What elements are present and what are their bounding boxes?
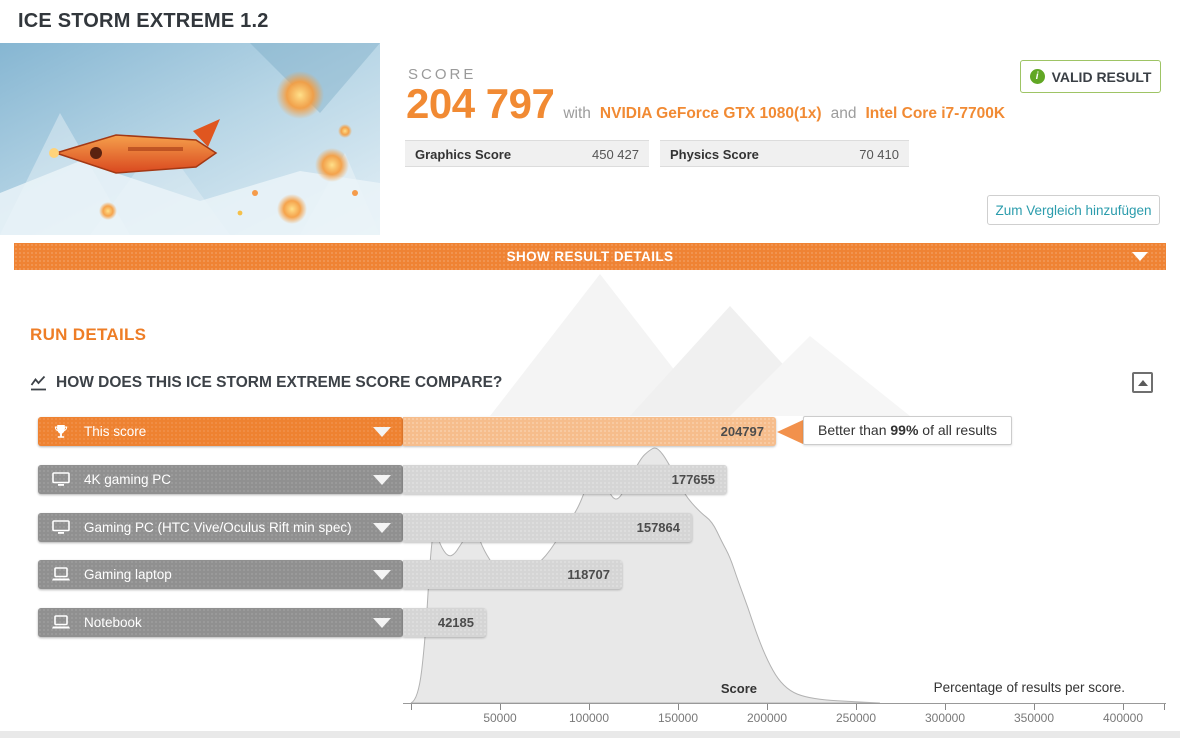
chevron-down-icon — [373, 569, 391, 580]
collapse-section-button[interactable] — [1132, 372, 1153, 393]
compare-section-header: HOW DOES THIS ICE STORM EXTREME SCORE CO… — [30, 374, 502, 392]
chevron-down-icon — [373, 426, 391, 437]
compare-bar-selector-0[interactable]: This score — [38, 417, 403, 446]
percentage-note: Percentage of results per score. — [933, 680, 1125, 695]
compare-bar-label: Gaming laptop — [84, 567, 172, 582]
axis-tick — [678, 704, 679, 710]
compare-bar-selector-2[interactable]: Gaming PC (HTC Vive/Oculus Rift min spec… — [38, 513, 403, 542]
valid-result-label: VALID RESULT — [1051, 68, 1152, 85]
axis-tick-label: 350000 — [1013, 711, 1055, 725]
info-icon: i — [1029, 69, 1045, 84]
desktop-icon — [52, 519, 72, 536]
compare-bar-label: Gaming PC (HTC Vive/Oculus Rift min spec… — [84, 520, 352, 535]
score-with-text: with — [563, 105, 591, 122]
axis-tick — [945, 704, 946, 710]
compare-bar-2: 157864 — [403, 513, 692, 542]
graphics-score-box: Graphics Score 450 427 — [405, 140, 649, 167]
chevron-down-icon — [373, 474, 391, 485]
axis-tick-label: 50000 — [483, 711, 517, 725]
trophy-icon — [52, 424, 72, 440]
compare-bar-label: 4K gaming PC — [84, 472, 172, 487]
axis-tick-label: 200000 — [746, 711, 788, 725]
valid-result-button[interactable]: i VALID RESULT — [1020, 60, 1161, 93]
chevron-down-icon — [373, 617, 391, 628]
compare-bar-0: 204797 — [403, 417, 776, 446]
compare-bar-3: 118707 — [403, 560, 622, 589]
laptop-icon — [52, 566, 72, 583]
compare-bar-value: 204797 — [720, 424, 764, 439]
run-details-heading: RUN DETAILS — [30, 325, 147, 344]
page-bottom-strip — [0, 731, 1180, 738]
desktop-icon — [52, 471, 72, 488]
compare-bar-value: 157864 — [636, 520, 680, 535]
compare-bar-selector-1[interactable]: 4K gaming PC — [38, 465, 403, 494]
axis-tick-label: 400000 — [1102, 711, 1144, 725]
better-than-callout: Better than 99% of all results — [803, 416, 1013, 445]
compare-bar-label: This score — [84, 424, 147, 439]
axis-tick-label: 250000 — [835, 711, 877, 725]
axis-tick — [500, 704, 501, 710]
axis-tick — [589, 704, 590, 710]
compare-bar-value: 42185 — [437, 615, 474, 630]
axis-tick-label: 150000 — [657, 711, 699, 725]
axis-tick — [1164, 704, 1165, 710]
axis-tick — [411, 704, 412, 710]
laptop-icon — [52, 614, 72, 631]
physics-score-box: Physics Score 70 410 — [660, 140, 909, 167]
page-title: ICE STORM EXTREME 1.2 — [18, 10, 269, 32]
axis-tick — [856, 704, 857, 710]
compare-bar-1: 177655 — [403, 465, 727, 494]
gpu-name: NVIDIA GeForce GTX 1080(1x) — [599, 105, 822, 122]
graphics-score-label: Graphics Score — [415, 147, 512, 162]
compare-section-title: HOW DOES THIS ICE STORM EXTREME SCORE CO… — [56, 374, 503, 391]
compare-bar-value: 177655 — [671, 472, 715, 487]
callout-arrow-icon — [777, 420, 803, 444]
axis-tick-label: 100000 — [568, 711, 610, 725]
triangle-up-icon — [1137, 379, 1148, 386]
ice-storm-artwork — [0, 43, 380, 235]
compare-bar-label: Notebook — [84, 615, 142, 630]
physics-score-value: 70 410 — [859, 147, 899, 162]
axis-tick — [1123, 704, 1124, 710]
compare-bar-selector-3[interactable]: Gaming laptop — [38, 560, 403, 589]
axis-tick — [1034, 704, 1035, 710]
benchmark-result-page: ICE STORM EXTREME 1.2 SCORE 204 797 with… — [0, 0, 1180, 738]
x-axis — [403, 703, 1166, 704]
mountain-watermark — [490, 274, 910, 416]
score-value: 204 797 — [406, 80, 555, 127]
axis-tick — [767, 704, 768, 710]
chart-line-icon — [30, 375, 46, 390]
compare-bar-selector-4[interactable]: Notebook — [38, 608, 403, 637]
x-axis-title: Score — [720, 681, 757, 696]
compare-bar-4: 42185 — [403, 608, 486, 637]
axis-tick-label: 300000 — [924, 711, 966, 725]
cpu-name: Intel Core i7-7700K — [865, 105, 1006, 122]
score-row: 204 797 with NVIDIA GeForce GTX 1080(1x)… — [406, 80, 1005, 128]
graphics-score-value: 450 427 — [592, 147, 639, 162]
score-distribution-curve — [410, 447, 880, 704]
result-banner-image — [0, 43, 380, 235]
add-to-comparison-button[interactable]: Zum Vergleich hinzufügen — [987, 195, 1160, 225]
physics-score-label: Physics Score — [670, 147, 759, 162]
show-result-details-label: SHOW RESULT DETAILS — [506, 249, 674, 264]
score-and-text: and — [830, 105, 857, 122]
chevron-down-icon — [373, 522, 391, 533]
subscores: Graphics Score 450 427 Physics Score 70 … — [405, 140, 909, 167]
show-result-details-bar[interactable]: SHOW RESULT DETAILS — [14, 243, 1166, 270]
compare-bar-value: 118707 — [567, 567, 610, 582]
chevron-down-icon — [1132, 252, 1148, 261]
